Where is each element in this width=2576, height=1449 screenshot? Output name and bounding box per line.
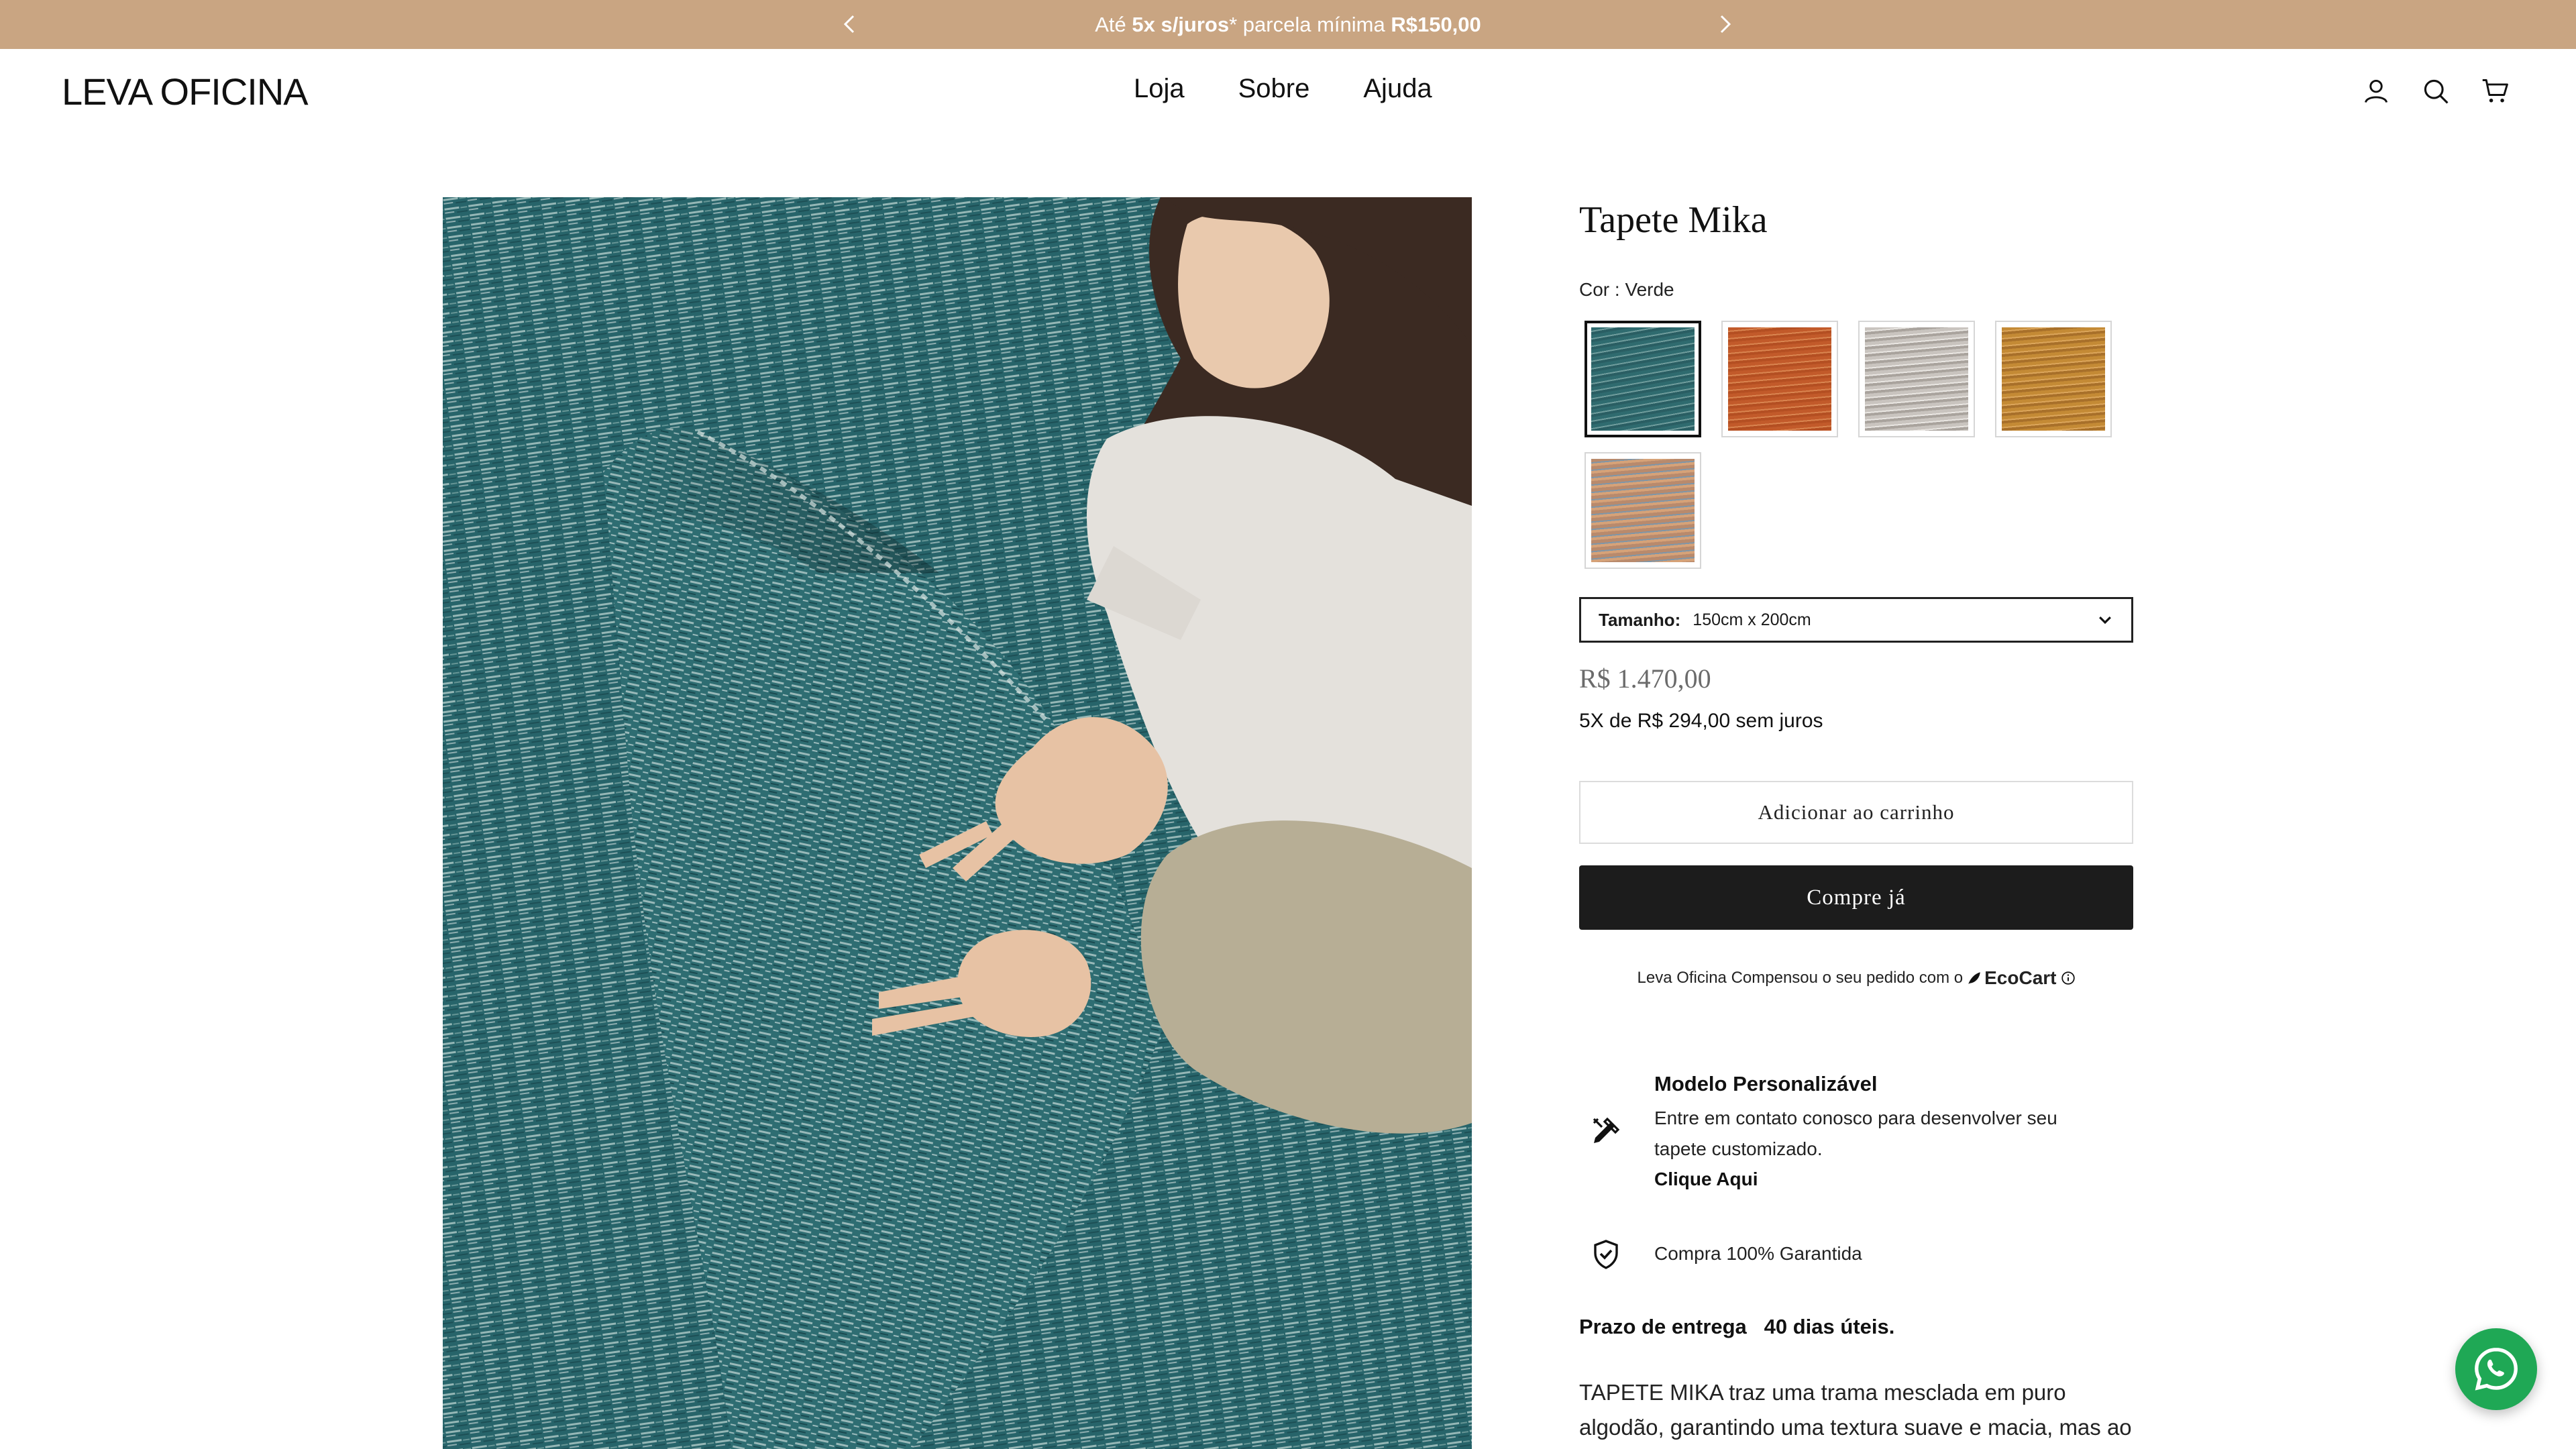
info-icon[interactable] bbox=[2061, 971, 2076, 985]
account-button[interactable] bbox=[2357, 72, 2395, 110]
size-value: 150cm x 200cm bbox=[1693, 610, 1811, 629]
user-icon bbox=[2364, 79, 2388, 103]
whatsapp-icon bbox=[2475, 1348, 2518, 1391]
ecocart-brand: EcoCart bbox=[1967, 967, 2057, 989]
search-button[interactable] bbox=[2417, 72, 2455, 110]
search-icon bbox=[2424, 79, 2449, 104]
nav-item-loja[interactable]: Loja bbox=[1134, 74, 1185, 104]
cart-icon bbox=[2482, 79, 2508, 103]
swatch-mostarda[interactable] bbox=[1995, 321, 2112, 437]
ecocart-text: Leva Oficina Compensou o seu pedido com … bbox=[1637, 969, 1964, 987]
chevron-down-icon bbox=[2099, 616, 2111, 625]
ecocart-notice: Leva Oficina Compensou o seu pedido com … bbox=[1579, 967, 2133, 989]
shield-check-icon bbox=[1586, 1234, 1626, 1275]
product-description: TAPETE MIKA traz uma trama mesclada em p… bbox=[1579, 1380, 2132, 1440]
chevron-right-icon bbox=[1720, 15, 1731, 34]
site-logo[interactable]: LEVA OFICINA bbox=[62, 70, 309, 113]
swatch-mesclado[interactable] bbox=[1585, 452, 1701, 569]
swatch-terracota[interactable] bbox=[1721, 321, 1838, 437]
color-label: Cor : Verde bbox=[1579, 279, 1674, 300]
swatch-mesclado-image bbox=[1591, 459, 1695, 562]
announcement-text: Até 5x s/juros* parcela mínima R$150,00 bbox=[1095, 13, 1481, 36]
feature-guarantee-title: Compra 100% Garantida bbox=[1654, 1243, 1862, 1264]
pencil-ruler-icon bbox=[1586, 1111, 1626, 1151]
whatsapp-button[interactable] bbox=[2455, 1328, 2537, 1410]
nav-item-sobre[interactable]: Sobre bbox=[1238, 74, 1310, 104]
announcement-next-button[interactable] bbox=[1712, 9, 1739, 39]
swatch-verde-image bbox=[1591, 327, 1695, 431]
swatch-cinza[interactable] bbox=[1858, 321, 1975, 437]
installments-text: 5X de R$ 294,00 sem juros bbox=[1579, 710, 1823, 732]
custom-model-link[interactable]: Clique Aqui bbox=[1654, 1169, 1758, 1190]
product-image[interactable] bbox=[443, 197, 1472, 1449]
swatch-terracota-image bbox=[1728, 327, 1831, 431]
nav-item-ajuda[interactable]: Ajuda bbox=[1363, 74, 1432, 104]
buy-now-button[interactable]: Compre já bbox=[1579, 865, 2133, 930]
product-price: R$ 1.470,00 bbox=[1579, 663, 1711, 694]
delivery-time: Prazo de entrega 40 dias úteis. bbox=[1579, 1315, 1895, 1338]
swatch-mostarda-image bbox=[2002, 327, 2105, 431]
feature-custom-title: Modelo Personalizável bbox=[1654, 1072, 1878, 1095]
leaf-icon bbox=[1968, 972, 1980, 984]
cart-button[interactable] bbox=[2477, 72, 2514, 110]
size-select[interactable]: Tamanho: 150cm x 200cm bbox=[1579, 597, 2133, 643]
add-to-cart-button[interactable]: Adicionar ao carrinho bbox=[1579, 781, 2133, 844]
feature-custom-text: Entre em contato conosco para desenvolve… bbox=[1654, 1108, 2057, 1159]
swatch-verde[interactable] bbox=[1585, 321, 1701, 437]
swatch-cinza-image bbox=[1865, 327, 1968, 431]
main-nav: Loja Sobre Ajuda bbox=[1134, 74, 1432, 104]
product-title: Tapete Mika bbox=[1579, 199, 1768, 241]
size-label: Tamanho: bbox=[1599, 609, 1681, 630]
announcement-bar: Até 5x s/juros* parcela mínima R$150,00 bbox=[0, 0, 2576, 49]
